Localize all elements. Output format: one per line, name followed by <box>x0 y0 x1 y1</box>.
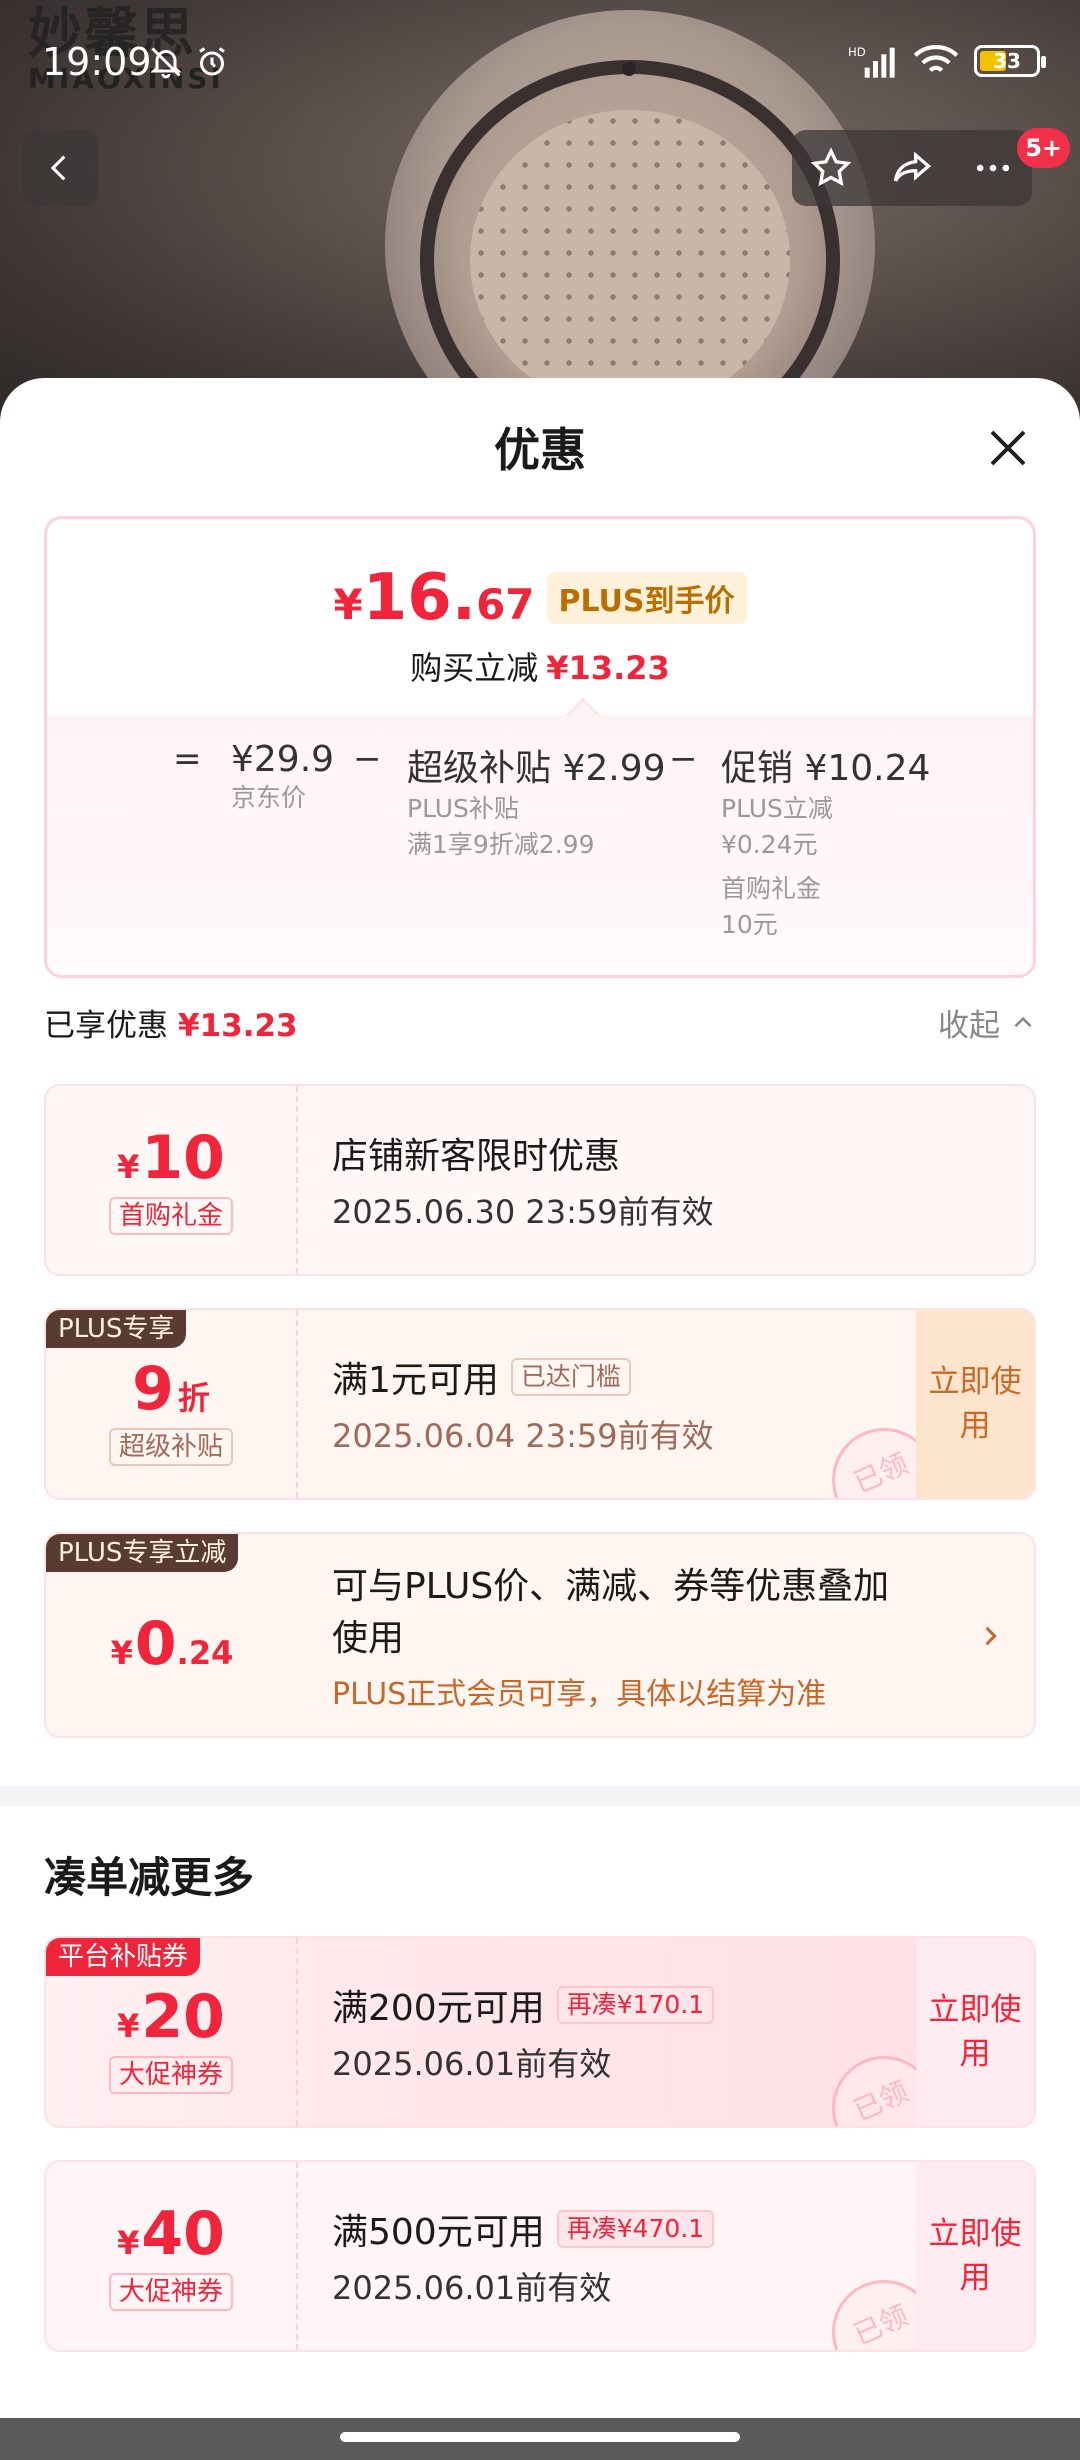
threshold-chip: 已达门槛 <box>510 1358 631 1396</box>
mute-bell-icon <box>150 47 182 79</box>
coupon-title-line2: 使用 <box>332 1618 405 1659</box>
coupon-note: PLUS正式会员可享，具体以结算为准 <box>332 1677 827 1712</box>
coupon-title: 满500元可用 <box>332 2212 545 2253</box>
coupon-kind: 大促神券 <box>108 2056 233 2094</box>
top-actions <box>792 130 1032 206</box>
coupon-kind: 首购礼金 <box>108 1197 233 1235</box>
discount-label: 购买立减 <box>410 649 539 687</box>
coupon-new-customer[interactable]: ¥10 首购礼金 店铺新客限时优惠 2025.06.30 23:59前有效 <box>44 1084 1036 1276</box>
instant-discount: 购买立减 ¥13.23 <box>47 643 1033 689</box>
promo-sub1: PLUS立减 <box>721 794 833 823</box>
cart-badge[interactable]: 5+ <box>1017 128 1070 168</box>
coupon-super-subsidy[interactable]: PLUS专享 9折 超级补贴 满1元可用 已达门槛 2025.06.04 23:… <box>44 1308 1036 1500</box>
coupon-title: 满200元可用 <box>332 1988 545 2029</box>
signal-icon: HD <box>848 45 895 78</box>
final-price: ¥16.67 <box>333 561 534 635</box>
enjoyed-discount: 已享优惠 ¥13.23 <box>44 1000 298 1045</box>
coupon-validity: 2025.06.01前有效 <box>332 2269 612 2307</box>
close-icon <box>990 430 1026 466</box>
amount-value: 40 <box>141 2199 225 2269</box>
use-now-button[interactable]: 立即使用 <box>916 1938 1034 2126</box>
jd-price-block: ¥29.9 京东价 <box>231 739 334 816</box>
amount-value: 0 <box>134 1609 177 1679</box>
plus-price-tag: PLUS到手价 <box>546 572 747 624</box>
share-icon[interactable] <box>888 146 936 190</box>
coupon-platform-subsidy[interactable]: 平台补贴券 ¥20 大促神券 满200元可用 再凑¥170.1 2025.06.… <box>44 1936 1036 2128</box>
coupon-big-promo[interactable]: ¥40 大促神券 满500元可用 再凑¥470.1 2025.06.01前有效 … <box>44 2160 1036 2352</box>
amount-value: 20 <box>141 1982 225 2052</box>
promo-title: 促销 ¥10.24 <box>721 748 931 789</box>
subsidy-title: 超级补贴 ¥2.99 <box>407 748 666 789</box>
equals-sign: = <box>173 739 202 779</box>
price-symbol: ¥ <box>333 580 363 629</box>
favorite-star-icon[interactable] <box>809 146 853 190</box>
home-indicator[interactable] <box>340 2432 740 2442</box>
status-bar: 19:09 HD 33 <box>0 0 1080 132</box>
section-divider <box>0 1786 1080 1806</box>
subsidy-block: 超级补贴 ¥2.99 PLUS补贴 满1享9折减2.99 <box>407 739 666 863</box>
promo-sub2: ¥0.24元 <box>721 830 818 859</box>
coupon-validity: 2025.06.04 23:59前有效 <box>332 1417 714 1455</box>
enjoyed-label: 已享优惠 <box>44 1008 168 1044</box>
coupon-amount: ¥10 <box>117 1125 225 1191</box>
svg-text:HD: HD <box>848 45 866 59</box>
battery-indicator: 33 <box>974 45 1046 77</box>
status-time: 19:09 <box>42 40 152 84</box>
currency-symbol: ¥ <box>110 1634 133 1672</box>
pot-inner-surface <box>470 110 790 410</box>
battery-level: 33 <box>993 49 1021 73</box>
discount-value: ¥13.23 <box>546 649 670 687</box>
more-section-title: 凑单减更多 <box>44 1853 255 1902</box>
amount-value: 9 <box>132 1354 174 1424</box>
chevron-right-icon[interactable] <box>976 1620 1004 1652</box>
promo-block: 促销 ¥10.24 PLUS立减 ¥0.24元 首购礼金 10元 <box>721 739 930 943</box>
use-now-button[interactable]: 立即使用 <box>916 2162 1034 2350</box>
more-icon[interactable] <box>971 146 1015 190</box>
coupon-amount: ¥0.24 <box>111 1611 234 1677</box>
promo-sub3: 首购礼金 <box>721 874 822 903</box>
coupon-kind: 大促神券 <box>108 2273 233 2311</box>
currency-symbol: ¥ <box>117 1148 140 1186</box>
price-integer: 16. <box>362 561 477 635</box>
remaining-chip: 再凑¥470.1 <box>556 2210 715 2248</box>
close-button[interactable] <box>980 420 1036 476</box>
jd-price-label: 京东价 <box>231 783 307 812</box>
price-breakdown: = ¥29.9 京东价 − 超级补贴 ¥2.99 PLUS补贴 满1享9折减2.… <box>47 715 1033 975</box>
discount-unit: 折 <box>177 1379 210 1417</box>
coupon-title: 店铺新客限时优惠 <box>332 1136 621 1177</box>
price-summary-card: ¥16.67 PLUS到手价 购买立减 ¥13.23 = ¥29.9 京东价 − … <box>44 516 1036 978</box>
coupon-title-line1: 可与PLUS价、满减、券等优惠叠加 <box>332 1566 890 1607</box>
price-decimal: 67 <box>476 580 535 629</box>
offers-sheet: 优惠 ¥16.67 PLUS到手价 购买立减 ¥13.23 = ¥29.9 京东价… <box>0 378 1080 2418</box>
alarm-icon <box>199 47 225 76</box>
sheet-title: 优惠 <box>494 423 586 477</box>
minus-sign: − <box>669 739 698 779</box>
coupon-amount: ¥20 <box>117 1984 225 2050</box>
wifi-icon <box>913 45 959 73</box>
chevron-left-icon <box>50 155 66 181</box>
jd-price: ¥29.9 <box>231 739 335 780</box>
coupon-validity: 2025.06.30 23:59前有效 <box>332 1193 714 1231</box>
remaining-chip: 再凑¥170.1 <box>556 1986 715 2024</box>
chevron-up-icon <box>1014 1016 1032 1027</box>
coupon-amount: 9折 <box>132 1356 210 1422</box>
coupon-title: 满1元可用 <box>332 1360 499 1401</box>
coupon-plus-instant[interactable]: PLUS专享立减 ¥0.24 可与PLUS价、满减、券等优惠叠加 使用 PLUS… <box>44 1532 1036 1738</box>
promo-sub4: 10元 <box>721 910 778 939</box>
minus-sign: − <box>353 739 382 779</box>
currency-symbol: ¥ <box>117 2007 140 2045</box>
back-button[interactable] <box>22 130 98 206</box>
amount-value: 10 <box>141 1123 225 1193</box>
collapse-label: 收起 <box>938 1008 1000 1044</box>
collapse-toggle[interactable]: 收起 <box>938 1000 1036 1045</box>
subsidy-sub1: PLUS补贴 <box>407 794 519 823</box>
coupon-validity: 2025.06.01前有效 <box>332 2045 612 2083</box>
enjoyed-value: ¥13.23 <box>178 1008 298 1044</box>
amount-decimal: .24 <box>176 1634 234 1672</box>
currency-symbol: ¥ <box>117 2224 140 2262</box>
coupon-amount: ¥40 <box>117 2201 225 2267</box>
coupon-kind: 超级补贴 <box>108 1428 233 1466</box>
subsidy-sub2: 满1享9折减2.99 <box>407 830 595 859</box>
use-now-button[interactable]: 立即使用 <box>916 1310 1034 1498</box>
